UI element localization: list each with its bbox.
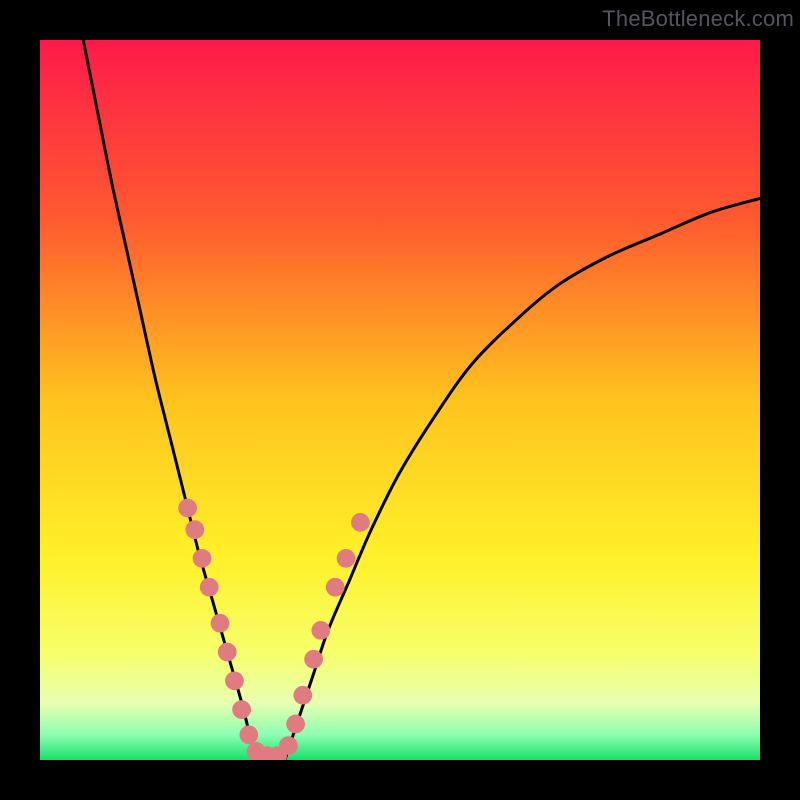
data-marker bbox=[293, 686, 312, 705]
data-marker bbox=[211, 614, 230, 633]
data-marker bbox=[304, 650, 323, 669]
data-marker bbox=[351, 513, 370, 532]
data-marker bbox=[239, 725, 258, 744]
data-marker bbox=[311, 621, 330, 640]
data-marker bbox=[286, 715, 305, 734]
watermark-text: TheBottleneck.com bbox=[602, 6, 794, 32]
data-marker bbox=[232, 700, 251, 719]
data-marker bbox=[185, 520, 204, 539]
data-marker bbox=[225, 671, 244, 690]
gradient-background bbox=[40, 40, 760, 760]
plot-area bbox=[40, 40, 760, 760]
data-marker bbox=[218, 643, 237, 662]
data-marker bbox=[326, 578, 345, 597]
data-marker bbox=[200, 578, 219, 597]
chart-frame: TheBottleneck.com bbox=[0, 0, 800, 800]
data-marker bbox=[337, 549, 356, 568]
data-marker bbox=[279, 736, 298, 755]
data-marker bbox=[193, 549, 212, 568]
data-marker bbox=[178, 499, 197, 518]
chart-svg bbox=[40, 40, 760, 760]
